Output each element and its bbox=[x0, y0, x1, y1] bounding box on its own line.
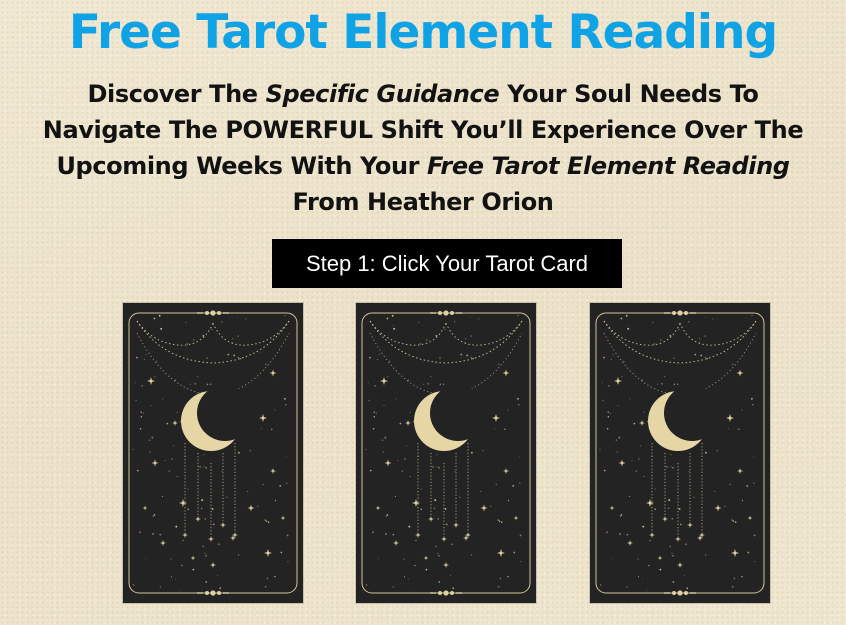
subtitle-text-1: Discover The bbox=[87, 80, 266, 108]
crescent-moon-tarot-card-icon bbox=[595, 310, 765, 596]
tarot-card-3[interactable] bbox=[590, 303, 770, 603]
crescent-moon-tarot-card-icon bbox=[361, 310, 531, 596]
page-subtitle: Discover The Specific Guidance Your Soul… bbox=[40, 76, 806, 220]
subtitle-emphasis-2: Free Tarot Element Reading bbox=[427, 152, 790, 180]
page-title: Free Tarot Element Reading bbox=[68, 5, 778, 60]
crescent-moon-tarot-card-icon bbox=[128, 310, 298, 596]
tarot-card-1[interactable] bbox=[123, 303, 303, 603]
subtitle-text-3: From Heather Orion bbox=[292, 188, 554, 216]
subtitle-emphasis-1: Specific Guidance bbox=[265, 80, 500, 108]
step-1-button[interactable]: Step 1: Click Your Tarot Card bbox=[272, 239, 622, 288]
tarot-card-2[interactable] bbox=[356, 303, 536, 603]
